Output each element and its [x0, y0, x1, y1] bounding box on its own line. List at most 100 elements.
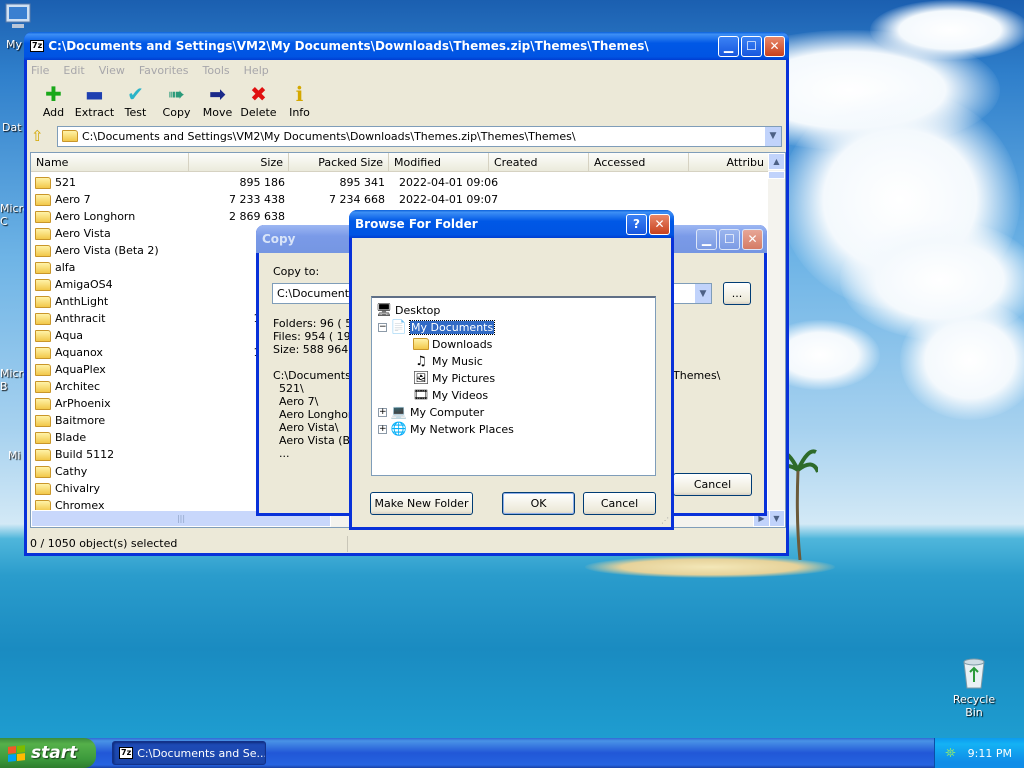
tree-item[interactable]: 🎞 My Videos [413, 387, 488, 403]
menu-view[interactable]: View [99, 64, 125, 77]
desktop-icon-label: My [6, 38, 23, 51]
address-dropdown-icon[interactable]: ▼ [764, 126, 781, 146]
taskbar-task-7zip[interactable]: 7z C:\Documents and Se... [112, 741, 266, 765]
listing-item: Aero Longhorn [279, 408, 360, 421]
copy-close-button[interactable]: ✕ [742, 228, 763, 250]
copy-button[interactable]: ➠ Copy [156, 82, 197, 119]
tree-item-label: My Documents [408, 319, 496, 335]
row-packed-size: 895 341 [339, 176, 386, 189]
browse-close-button[interactable]: ✕ [649, 213, 670, 235]
col-attributes[interactable]: Attribu [689, 153, 770, 171]
help-button[interactable]: ? [626, 213, 647, 235]
col-modified[interactable]: Modified [389, 153, 489, 171]
row-name: AnthLight [31, 295, 189, 308]
folder-icon [35, 414, 51, 427]
listing-item: ... [279, 447, 290, 460]
maximize-button[interactable]: ☐ [741, 35, 762, 57]
tree-item[interactable]: + 🌐 My Network Places [378, 421, 514, 437]
col-name[interactable]: Name [31, 153, 189, 171]
table-row[interactable]: Aero 7 7 233 438 7 234 668 2022-04-01 09:07 [31, 191, 770, 208]
row-name-text: Blade [55, 431, 87, 444]
browse-cancel-button[interactable]: Cancel [583, 492, 656, 515]
add-button[interactable]: ✚ Add [33, 82, 74, 119]
close-button[interactable]: ✕ [764, 35, 785, 57]
row-name: ArPhoenix [31, 397, 189, 410]
extract-button[interactable]: ▬ Extract [74, 82, 115, 119]
tree-item[interactable]: − 📄 My Documents [378, 319, 496, 335]
copy-minimize-button[interactable]: ▁ [696, 228, 717, 250]
menu-help[interactable]: Help [244, 64, 269, 77]
info-button[interactable]: ℹ Info [279, 82, 320, 119]
scroll-up-icon[interactable]: ▲ [768, 153, 785, 170]
desktop-icon-micro-c[interactable]: Micro C [0, 202, 30, 228]
tree-item[interactable]: 🖥 Desktop [375, 302, 441, 318]
row-name-text: Aero 7 [55, 193, 91, 206]
tree-expander-icon[interactable]: + [378, 424, 387, 434]
desktop-icon-my[interactable]: My [4, 0, 34, 51]
menu-edit[interactable]: Edit [63, 64, 84, 77]
move-button[interactable]: ➡ Move [197, 82, 238, 119]
tree-item[interactable]: ♫ My Music [413, 353, 483, 369]
start-button[interactable]: start [0, 738, 96, 768]
row-name: alfa [31, 261, 189, 274]
tree-item[interactable]: Downloads [413, 336, 492, 352]
row-name-text: Cathy [55, 465, 88, 478]
copy-icon: ➠ [168, 82, 185, 106]
toolbar: ✚ Add ▬ Extract ✔ Test ➠ Copy ➡ Move ✖ D… [27, 80, 786, 124]
app-icon: 7z [30, 40, 45, 52]
col-accessed[interactable]: Accessed [589, 153, 689, 171]
desktop-icon-dat[interactable]: Dat [2, 121, 22, 134]
status-text: 0 / 1050 object(s) selected [30, 537, 178, 550]
test-button[interactable]: ✔ Test [115, 82, 156, 119]
desktop-icon: 🖥 [375, 302, 393, 318]
listing-item: Aero Vista (Bet [279, 434, 362, 447]
desktop-icon-mi[interactable]: Mi [8, 449, 21, 462]
info-label: Info [289, 106, 310, 119]
menu-favorites[interactable]: Favorites [139, 64, 189, 77]
tree-item[interactable]: + 💻 My Computer [378, 404, 484, 420]
tree-expander-icon[interactable]: + [378, 407, 387, 417]
info-icon: ℹ [295, 82, 304, 106]
scroll-down-icon[interactable]: ▼ [768, 510, 785, 527]
minimize-button[interactable]: ▁ [718, 35, 739, 57]
browse-dialog-titlebar[interactable]: Browse For Folder ? ✕ [349, 210, 674, 238]
browse-button[interactable]: ... [723, 282, 751, 305]
make-new-folder-button[interactable]: Make New Folder [370, 492, 473, 515]
col-size[interactable]: Size [189, 153, 289, 171]
menu-file[interactable]: File [31, 64, 49, 77]
copy-cancel-button[interactable]: Cancel [673, 473, 752, 496]
col-created[interactable]: Created [489, 153, 589, 171]
browse-folder-dialog: Browse For Folder ? ✕ 🖥 Desktop − 📄 My Docum… [349, 210, 674, 530]
menu-tools[interactable]: Tools [203, 64, 230, 77]
up-folder-icon[interactable]: ⇧ [31, 127, 57, 145]
network-places-icon: 🌐 [390, 421, 408, 437]
vertical-scrollbar[interactable]: ▲ ▼ [768, 153, 785, 527]
address-input[interactable]: C:\Documents and Settings\VM2\My Documen… [57, 125, 782, 147]
folder-tree[interactable]: 🖥 Desktop − 📄 My Documents Downloads ♫ My Music… [371, 296, 656, 476]
row-name: Aquanox [31, 346, 189, 359]
menu-bar: File Edit View Favorites Tools Help [27, 60, 786, 80]
copy-to-dropdown-icon[interactable]: ▼ [694, 284, 711, 303]
col-packed-size[interactable]: Packed Size [289, 153, 389, 171]
ok-button[interactable]: OK [502, 492, 575, 515]
row-name-text: Architec [55, 380, 101, 393]
tree-item-label: Desktop [395, 303, 441, 317]
tree-item-label: My Music [432, 354, 483, 368]
tree-item[interactable]: 🖼 My Pictures [413, 370, 495, 386]
move-label: Move [202, 106, 233, 119]
row-name-text: Aqua [55, 329, 84, 342]
listing-item: Aero Vista\ [279, 421, 339, 434]
row-name-text: AmigaOS4 [55, 278, 113, 291]
file-manager-titlebar[interactable]: 7z C:\Documents and Settings\VM2\My Docu… [24, 32, 789, 60]
table-row[interactable]: 521 895 186 895 341 2022-04-01 09:06 [31, 174, 770, 191]
folder-icon [413, 336, 429, 352]
tree-expander-icon[interactable]: − [378, 322, 387, 332]
delete-button[interactable]: ✖ Delete [238, 82, 279, 119]
desktop-icon-recycle-bin[interactable]: Recycle Bin [944, 656, 1004, 719]
resize-grip-icon[interactable]: ⋰ [661, 516, 669, 525]
system-tray: ⛯ 9:11 PM [934, 738, 1024, 768]
desktop-icon-micro-b[interactable]: Micro B [0, 367, 30, 393]
scroll-thumb[interactable] [768, 171, 785, 179]
tray-network-icon[interactable]: ⛯ [945, 746, 955, 761]
copy-maximize-button[interactable]: ☐ [719, 228, 740, 250]
